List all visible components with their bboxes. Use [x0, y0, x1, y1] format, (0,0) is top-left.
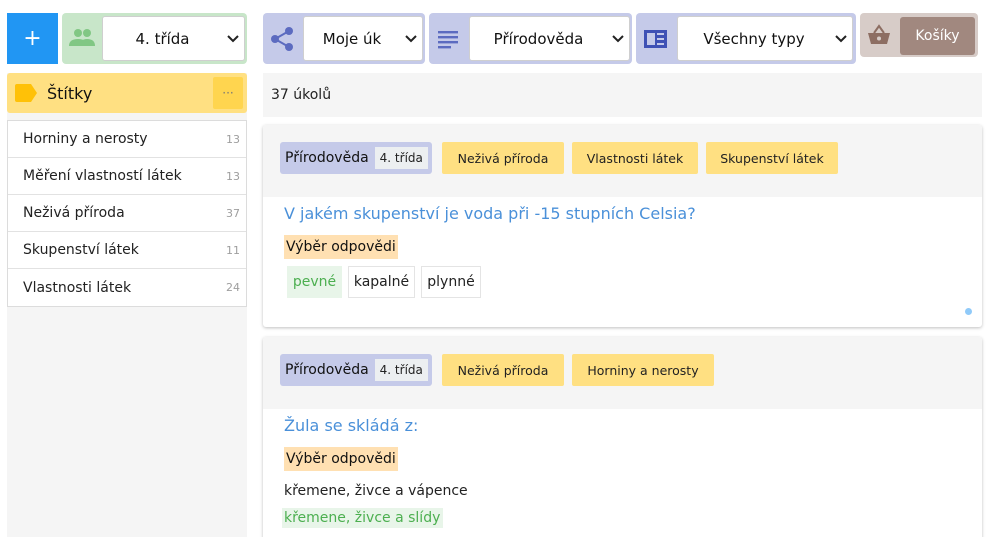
subject-label: Přírodověda: [285, 362, 369, 378]
task-card-header: Přírodověda 4. třída Neživá příroda Vlas…: [263, 125, 982, 197]
tag-chip[interactable]: Neživá příroda: [442, 354, 564, 386]
tag-label: Měření vlastností látek: [23, 168, 182, 184]
grade-badge: 4. třída: [374, 147, 428, 169]
tags-sidebar: Štítky ··· Horniny a nerosty 13 Měření v…: [7, 73, 247, 537]
tag-chip[interactable]: Vlastnosti látek: [572, 142, 698, 174]
baskets-group: Košíky: [860, 13, 978, 57]
share-filter-group: Moje úk: [263, 13, 425, 64]
tag-item[interactable]: Neživá příroda 37: [8, 195, 246, 232]
type-filter-group: Všechny typy: [636, 13, 856, 64]
tag-count: 37: [226, 206, 240, 220]
type-select[interactable]: Všechny typy: [677, 16, 853, 61]
chevron-down-icon: [607, 34, 629, 43]
answer-option: křemene, živce a vápence: [284, 483, 468, 499]
share-select[interactable]: Moje úk: [303, 16, 423, 61]
add-button[interactable]: +: [7, 13, 58, 64]
label-icon: [15, 84, 37, 102]
class-select-value: 4. třída: [135, 29, 190, 48]
tags-menu-button[interactable]: ···: [213, 77, 243, 109]
list-icon: [438, 31, 458, 49]
task-card[interactable]: Přírodověda 4. třída Neživá příroda Horn…: [263, 337, 982, 537]
tag-chip[interactable]: Skupenství látek: [706, 142, 838, 174]
tag-list: Horniny a nerosty 13 Měření vlastností l…: [7, 120, 247, 307]
baskets-button[interactable]: Košíky: [900, 17, 975, 55]
tag-item[interactable]: Skupenství látek 11: [8, 232, 246, 269]
task-card-header: Přírodověda 4. třída Neživá příroda Horn…: [263, 337, 982, 409]
tag-count: 11: [226, 243, 240, 257]
subject-chip[interactable]: Přírodověda 4. třída: [280, 142, 432, 174]
grade-badge: 4. třída: [374, 359, 428, 381]
subject-chip[interactable]: Přírodověda 4. třída: [280, 354, 432, 386]
question-type-badge: Výběr odpovědi: [284, 447, 398, 471]
answer-option: pevné: [287, 266, 342, 298]
subject-select-value: Přírodověda: [493, 29, 584, 48]
question-type-badge: Výběr odpovědi: [284, 235, 398, 259]
chevron-down-icon: [222, 34, 244, 43]
tag-chip[interactable]: Horniny a nerosty: [572, 354, 714, 386]
subject-label: Přírodověda: [285, 150, 369, 166]
question-text[interactable]: V jakém skupenství je voda při -15 stupn…: [284, 204, 696, 223]
class-select[interactable]: 4. třída: [102, 16, 245, 61]
tag-chip[interactable]: Neživá příroda: [442, 142, 564, 174]
article-icon: [644, 30, 667, 48]
answer-option: křemene, živce a slídy: [282, 508, 444, 528]
status-dot: [965, 308, 972, 315]
task-card[interactable]: Přírodověda 4. třída Neživá příroda Vlas…: [263, 125, 982, 327]
answer-option: kapalné: [348, 266, 415, 298]
subject-filter-group: Přírodověda: [429, 13, 632, 64]
tag-item[interactable]: Vlastnosti látek 24: [8, 269, 246, 306]
share-select-value: Moje úk: [322, 29, 382, 48]
chevron-down-icon: [400, 34, 422, 43]
tags-title: Štítky: [47, 84, 93, 103]
subject-select[interactable]: Přírodověda: [469, 16, 630, 61]
answer-option: plynné: [421, 266, 481, 298]
share-icon: [271, 27, 293, 51]
tag-count: 24: [226, 281, 240, 294]
chevron-down-icon: [830, 34, 852, 43]
tag-label: Horniny a nerosty: [23, 131, 148, 147]
type-select-value: Všechny typy: [703, 29, 805, 48]
tags-header[interactable]: Štítky ···: [7, 73, 247, 113]
class-filter-group: 4. třída: [62, 13, 247, 64]
tag-label: Neživá příroda: [23, 205, 125, 221]
tag-count: 13: [226, 169, 240, 183]
result-count: 37 úkolů: [263, 73, 982, 117]
people-icon: [69, 29, 95, 46]
tag-count: 13: [226, 132, 240, 146]
tag-label: Vlastnosti látek: [23, 279, 132, 296]
tag-item[interactable]: Horniny a nerosty 13: [8, 121, 246, 158]
question-text[interactable]: Žula se skládá z:: [284, 416, 418, 435]
tag-label: Skupenství látek: [23, 242, 139, 258]
tag-item[interactable]: Měření vlastností látek 13: [8, 158, 246, 195]
basket-icon: [868, 24, 890, 44]
